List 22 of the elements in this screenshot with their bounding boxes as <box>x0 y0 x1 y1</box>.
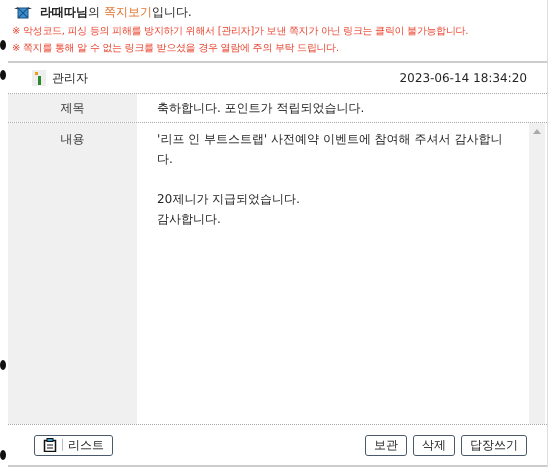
field-label: 내용 <box>8 123 137 424</box>
scroll-up-icon[interactable] <box>533 129 541 134</box>
envelope-icon <box>12 4 34 20</box>
binder-ring-icon <box>0 450 6 460</box>
list-button[interactable]: 리스트 <box>34 434 113 456</box>
page-title: 라때따님의 쪽지보기 입니다. <box>40 4 192 21</box>
sent-datetime: 2023-06-14 18:34:20 <box>400 71 527 85</box>
binder-ring-icon <box>0 360 6 370</box>
binder-ring-icon <box>0 40 6 50</box>
warning-notice: ※ 쪽지를 통해 알 수 없는 링크를 받으셨을 경우 열람에 주의 부탁 드립니다. <box>12 42 340 55</box>
warning-notice: ※ 악성코드, 피싱 등의 피해를 방지하기 위해서 [관리자]가 보낸 쪽지가 아닌 링크는 클릭이 불가능합니다. <box>12 25 470 38</box>
subject-text: 축하합니다. 포인트가 적립되었습니다. <box>156 100 366 116</box>
action-button[interactable]: 보관 <box>365 434 407 456</box>
sender-name: 관리자 <box>52 70 88 86</box>
clipboard-icon <box>43 438 57 452</box>
scrollbar[interactable] <box>529 123 545 424</box>
message-body: '리프 인 부트스트랩' 사전예약 이벤트에 참여해 주셔서 감사합니다. 20제니가 지급되었습니다. 감사합니다. <box>157 131 504 228</box>
action-button[interactable]: 답장쓰기 <box>461 434 527 456</box>
action-button[interactable]: 삭제 <box>413 434 455 456</box>
user-level-icon <box>32 70 46 86</box>
field-label: 제목 <box>8 94 137 122</box>
binder-ring-icon <box>0 70 6 80</box>
